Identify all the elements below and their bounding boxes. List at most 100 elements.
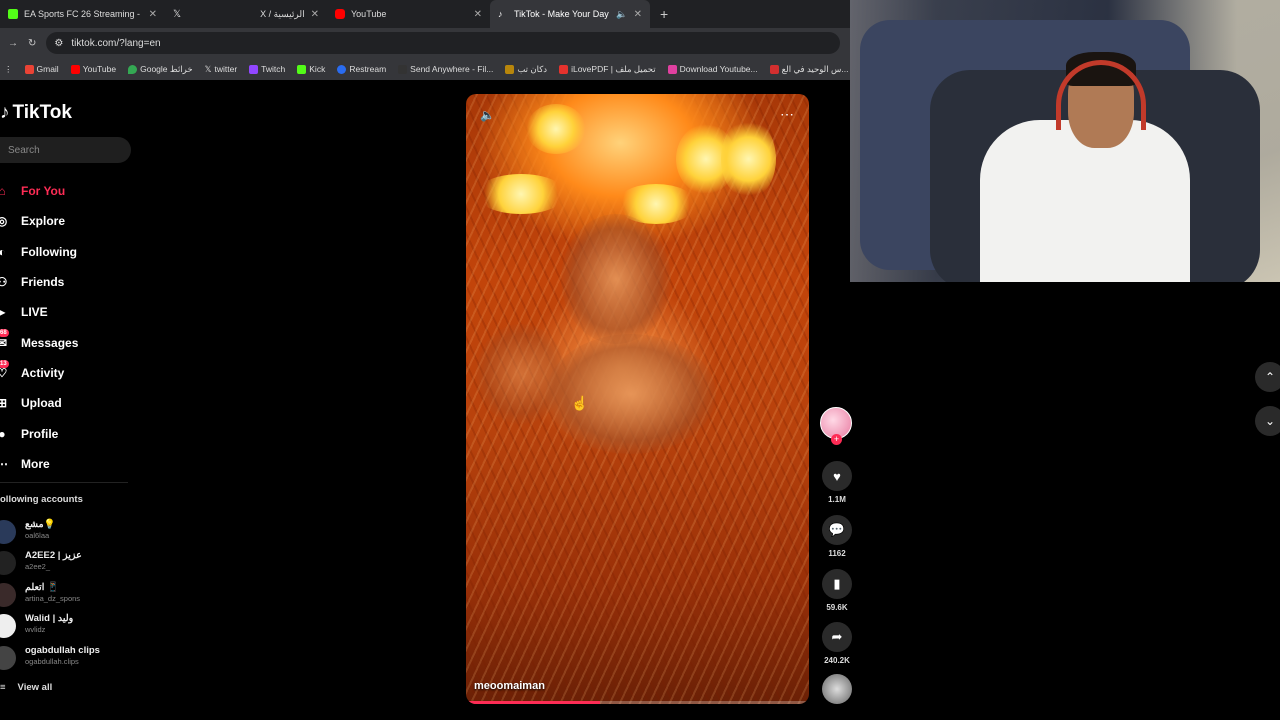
account-handle: wvlidz	[25, 625, 46, 634]
more-options-icon[interactable]: ⋯	[780, 106, 795, 123]
account-item[interactable]: اتعلم 📱 artina_dz_spons	[0, 581, 140, 609]
kick-icon	[297, 64, 307, 74]
close-icon[interactable]: ✕	[634, 9, 642, 20]
tiktok-note-icon: ♪	[0, 102, 10, 123]
bookmark-gmail[interactable]: Gmail	[24, 64, 59, 74]
nav-more[interactable]: ⋯ More	[0, 449, 140, 479]
account-item[interactable]: مشع💡 oal6laa	[0, 518, 140, 546]
profile-icon: ●	[0, 426, 6, 441]
reload-icon[interactable]: ↻	[28, 38, 36, 49]
tab-tiktok[interactable]: ♪ TikTok - Make Your Day 🔈 ✕	[490, 0, 650, 28]
bookmark-dukan[interactable]: دكان تب	[505, 64, 547, 75]
bookmark-label: Download Youtube...	[679, 64, 758, 74]
upload-icon: ⊞	[0, 396, 8, 411]
save-count: 59.6K	[826, 603, 848, 612]
bookmark-download-youtube[interactable]: Download Youtube...	[667, 64, 758, 74]
url-field[interactable]: ⚙ tiktok.com/?lang=en	[46, 32, 840, 54]
nav-live[interactable]: ▸ LIVE	[0, 297, 140, 327]
volume-icon[interactable]: 🔈	[480, 108, 495, 122]
account-item[interactable]: A2EE2 | عزيز a2ee2_	[0, 549, 140, 577]
account-item[interactable]: ogabdullah clips ogabdullah.clips	[0, 644, 140, 672]
close-icon[interactable]: ✕	[149, 9, 157, 20]
youtube-icon	[769, 64, 779, 74]
avatar	[0, 520, 16, 544]
list-icon: ≡	[0, 682, 6, 693]
nav-activity[interactable]: ♡ 13 Activity	[0, 358, 140, 388]
bookmark-label: Twitch	[261, 64, 286, 74]
bookmark-label: twitter	[214, 64, 238, 74]
speaker-icon[interactable]: 🔈	[616, 9, 627, 20]
nav-for-you[interactable]: ⌂ For You	[0, 176, 140, 206]
video-player[interactable]: 🔈 ⋯ meoomaiman	[466, 94, 809, 704]
bookmarks-bar: ⋮ Gmail YouTube Google خرائط 𝕏twitter Tw…	[0, 58, 850, 80]
lantern-light	[476, 174, 566, 214]
follow-plus-icon[interactable]: +	[831, 434, 842, 445]
cat-shape	[561, 214, 671, 344]
account-item[interactable]: Walid | وليد wvlidz	[0, 612, 140, 640]
forward-icon[interactable]: →	[8, 38, 18, 49]
more-icon: ⋯	[0, 456, 8, 471]
nav-upload[interactable]: ⊞ Upload	[0, 388, 140, 418]
chevron-up-icon: ⌃	[1264, 370, 1276, 384]
close-icon[interactable]: ✕	[474, 9, 482, 20]
like-count: 1.1M	[828, 495, 846, 504]
shop-icon	[505, 64, 515, 74]
following-icon: ◐	[0, 244, 6, 259]
bookmark-label: Restream	[349, 64, 387, 74]
view-all-label: View all	[17, 682, 53, 693]
account-handle: a2ee2_	[25, 562, 51, 571]
comment-button[interactable]: 💬 1162	[819, 515, 855, 558]
save-button[interactable]: ▮ 59.6K	[819, 569, 855, 612]
bookmark-restream[interactable]: Restream	[337, 64, 386, 74]
twitch-icon	[249, 64, 259, 74]
nav-following[interactable]: ◐ Following	[0, 237, 140, 267]
like-button[interactable]: ♥ 1.1M	[819, 461, 855, 504]
nav-messages[interactable]: ✉ 68 Messages	[0, 327, 140, 357]
next-video-button[interactable]: ⌄	[1255, 406, 1280, 436]
search-input[interactable]: Search	[0, 137, 131, 163]
share-button[interactable]: ➦ 240.2K	[819, 622, 855, 665]
share-count: 240.2K	[824, 656, 850, 665]
account-name: مشع💡	[25, 519, 56, 530]
nav-friends[interactable]: ⚇ Friends	[0, 267, 140, 297]
bookmark-twitch[interactable]: Twitch	[249, 64, 285, 74]
avatar	[0, 614, 16, 638]
apps-icon[interactable]: ⋮	[4, 64, 13, 75]
tab-ea-sports[interactable]: EA Sports FC 26 Streaming - Li ✕	[0, 0, 165, 28]
account-name: اتعلم 📱	[25, 582, 59, 593]
music-disc-icon[interactable]	[822, 674, 852, 704]
nav-label: Explore	[21, 214, 66, 229]
tab-x[interactable]: 𝕏	[165, 0, 245, 28]
nav-label: More	[21, 456, 50, 471]
bookmark-send-anywhere[interactable]: Send Anywhere - Fil...	[398, 64, 493, 74]
tab-x-home[interactable]: X / الرئيسية ✕	[245, 0, 327, 28]
previous-video-button[interactable]: ⌃	[1255, 362, 1280, 392]
nav-explore[interactable]: ◎ Explore	[0, 206, 140, 236]
bookmark-ilovepdf[interactable]: iLovePDF | تحميل ملف	[559, 64, 656, 75]
video-progress-bar[interactable]	[466, 701, 809, 704]
bookmark-kick[interactable]: Kick	[297, 64, 325, 74]
bookmark-twitter[interactable]: 𝕏twitter	[205, 64, 238, 75]
bookmark-label: Google خرائط	[140, 63, 193, 74]
view-all-link[interactable]: ≡ View all	[0, 682, 52, 693]
tab-youtube[interactable]: YouTube ✕	[327, 0, 490, 28]
new-tab-icon[interactable]: +	[650, 6, 678, 22]
x-favicon-icon: 𝕏	[173, 9, 182, 20]
bookmark-label: YouTube	[82, 64, 117, 74]
account-name: A2EE2 | عزيز	[25, 550, 82, 561]
bookmark-arabic[interactable]: س الوحيد في الع...	[769, 64, 848, 75]
close-icon[interactable]: ✕	[311, 9, 319, 20]
bookmark-label: دكان تب	[517, 63, 548, 74]
tiktok-logo[interactable]: ♪ TikTok	[0, 102, 72, 124]
bookmark-youtube[interactable]: YouTube	[70, 64, 117, 74]
account-name: Walid | وليد	[25, 613, 74, 624]
comment-count: 1162	[828, 549, 846, 558]
nav-profile[interactable]: ● Profile	[0, 418, 140, 448]
comment-icon: 💬	[822, 515, 852, 545]
home-icon: ⌂	[0, 184, 6, 199]
site-info-icon[interactable]: ⚙	[54, 38, 63, 49]
gmail-icon	[24, 64, 34, 74]
video-author[interactable]: meoomaiman	[474, 680, 545, 692]
avatar	[0, 646, 16, 670]
bookmark-google-maps[interactable]: Google خرائط	[128, 64, 193, 75]
